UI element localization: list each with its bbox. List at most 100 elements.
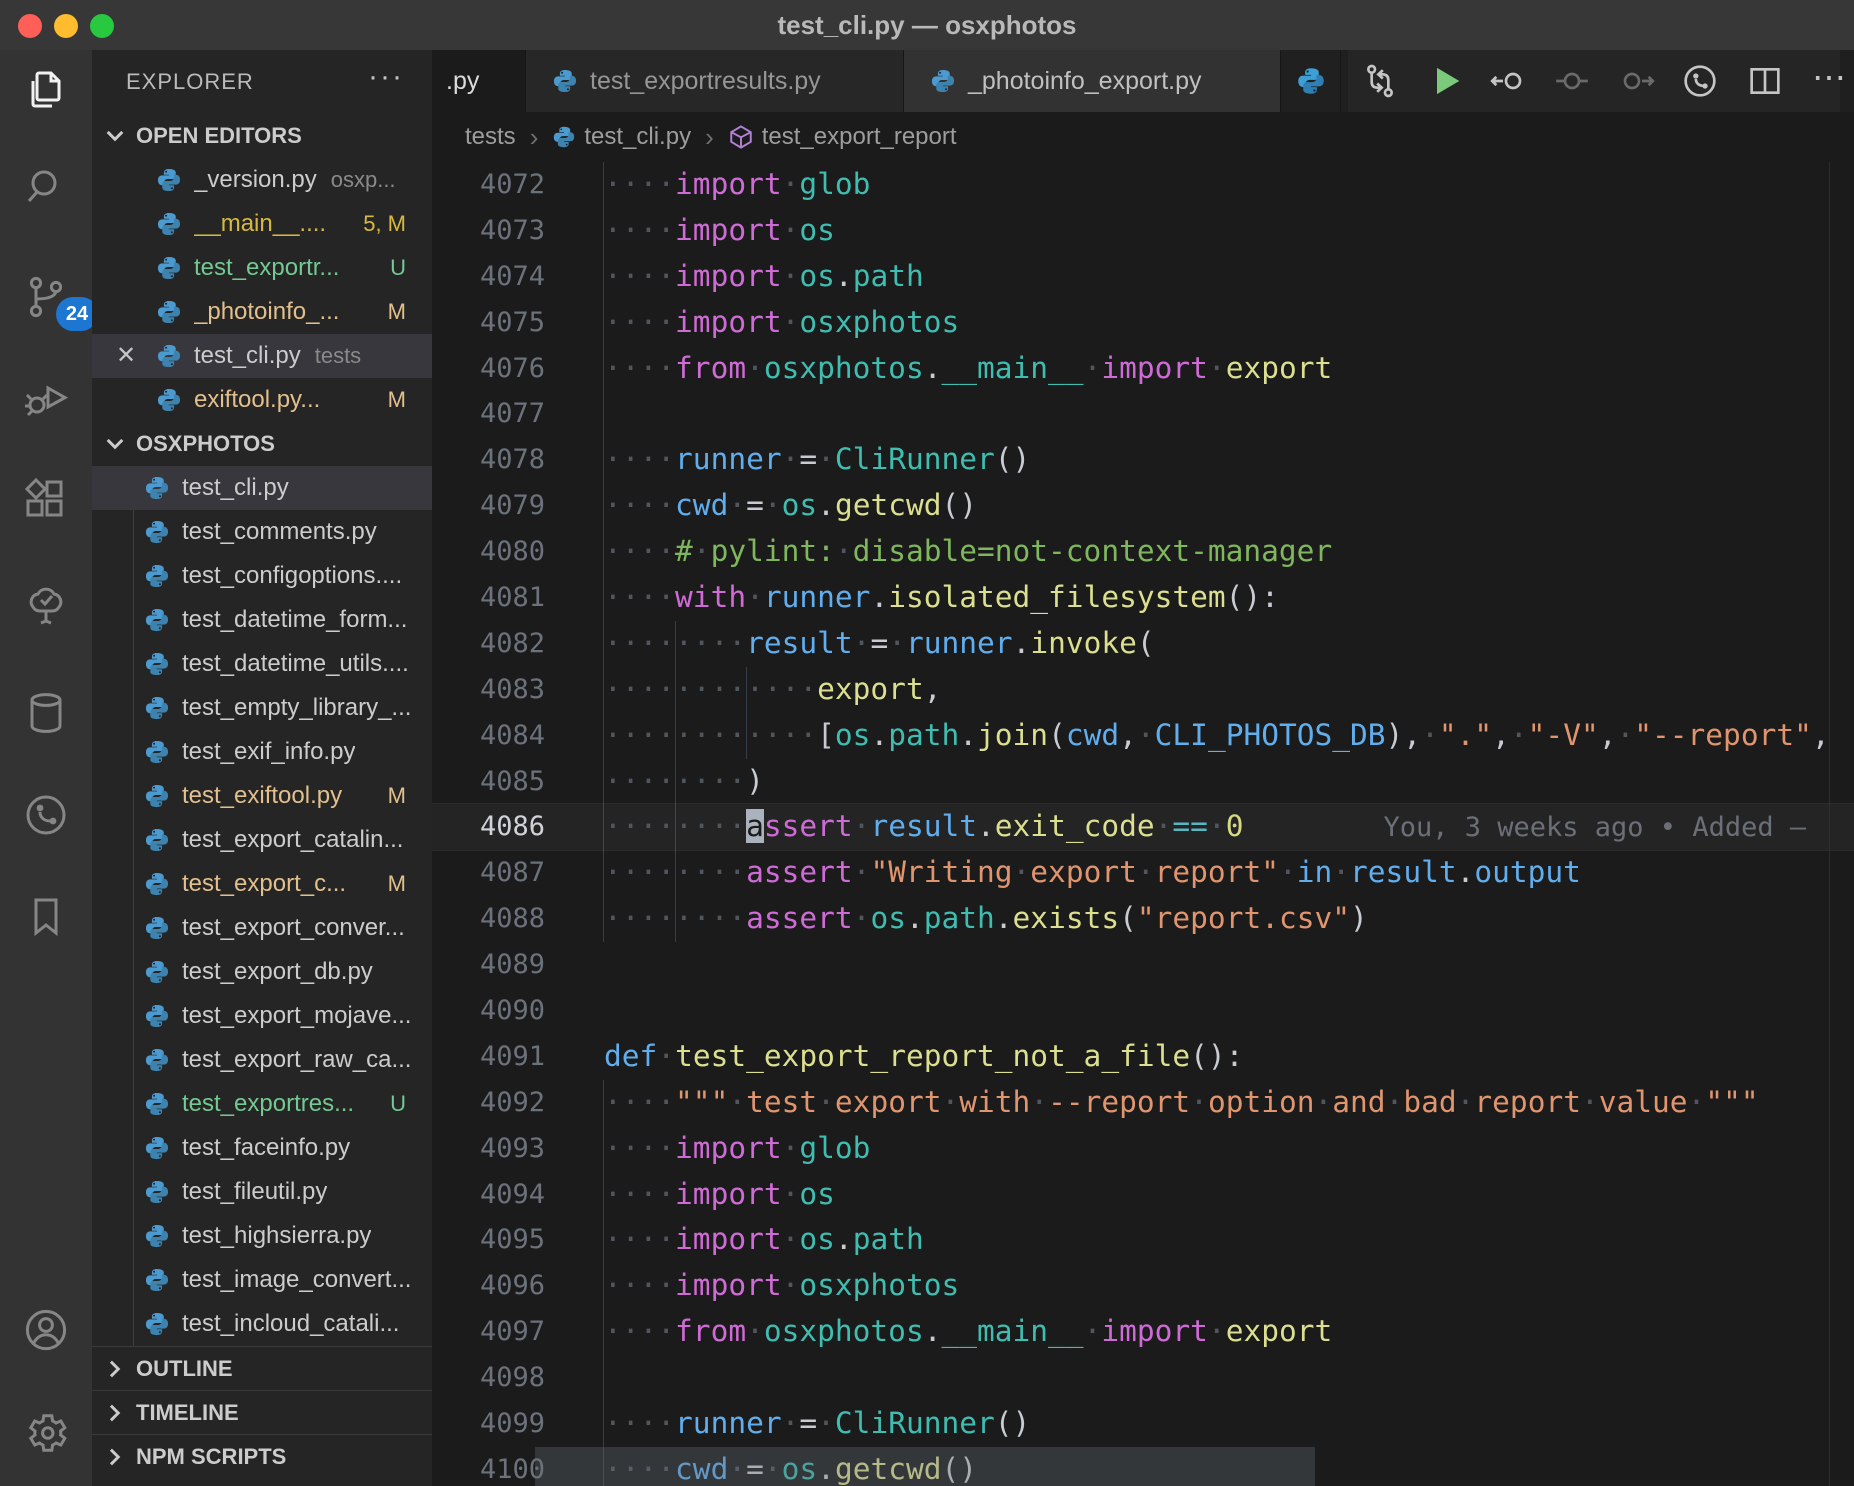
code-line[interactable]: 4087········assert·"Writing·export·repor… [432,850,1854,896]
line-number[interactable]: 4099 [432,1401,545,1447]
code-line[interactable]: 4073····import·os [432,208,1854,254]
more-actions-icon[interactable]: ⋯ [1809,61,1849,101]
line-number[interactable]: 4095 [432,1217,545,1263]
file-tree-item[interactable]: test_export_raw_ca... [92,1038,432,1082]
bookmarks-icon[interactable] [22,893,70,941]
line-number[interactable]: 4075 [432,300,545,346]
code-editor[interactable]: 4072····import·glob4073····import·os4074… [432,162,1854,1486]
line-number[interactable]: 4073 [432,208,545,254]
line-number[interactable]: 4094 [432,1172,545,1218]
git-graph-toolbar-icon[interactable] [1680,61,1720,101]
code-line[interactable]: 4100····cwd·=·os.getcwd() [432,1447,1854,1486]
tab-_photoinfo_export.py[interactable]: _photoinfo_export.py [904,50,1281,112]
close-editor-icon[interactable]: ✕ [116,341,136,370]
code-line[interactable]: 4079····cwd·=·os.getcwd() [432,483,1854,529]
code-line[interactable]: 4088········assert·os.path.exists("repor… [432,896,1854,942]
open-editor-item[interactable]: ✕test_cli.pytests [92,334,432,378]
open-editor-item[interactable]: _photoinfo_...M [92,290,432,334]
file-tree-item[interactable]: test_incloud_catali... [92,1302,432,1346]
previous-change-icon[interactable] [1488,61,1528,101]
file-tree-item[interactable]: test_faceinfo.py [92,1126,432,1170]
tab-overflow[interactable] [1281,50,1341,112]
settings-gear-icon[interactable] [22,1409,70,1457]
code-line[interactable]: 4089 [432,942,1854,988]
line-number[interactable]: 4100 [432,1447,545,1486]
extensions-icon[interactable] [22,476,70,524]
line-number[interactable]: 4091 [432,1034,545,1080]
tab-.py[interactable]: .py [432,50,526,112]
file-tree-item[interactable]: test_empty_library_... [92,686,432,730]
open-editor-item[interactable]: __main__....5, M [92,202,432,246]
line-number[interactable]: 4087 [432,850,545,896]
file-tree-item[interactable]: test_datetime_utils.... [92,642,432,686]
code-line[interactable]: 4075····import·osxphotos [432,300,1854,346]
sidebar-more-actions[interactable]: ··· [368,60,404,94]
code-line[interactable]: 4078····runner·=·CliRunner() [432,437,1854,483]
code-line[interactable]: 4083············export, [432,667,1854,713]
code-line[interactable]: 4084············[os.path.join(cwd,·CLI_P… [432,713,1854,759]
line-number[interactable]: 4079 [432,483,545,529]
code-line[interactable]: 4091def·test_export_report_not_a_file(): [432,1034,1854,1080]
code-line[interactable]: 4096····import·osxphotos [432,1263,1854,1309]
next-change-icon[interactable] [1617,61,1657,101]
code-line[interactable]: 4094····import·os [432,1172,1854,1218]
line-number[interactable]: 4072 [432,162,545,208]
line-number[interactable]: 4088 [432,896,545,942]
open-editor-item[interactable]: exiftool.py...M [92,378,432,422]
line-number[interactable]: 4090 [432,988,545,1034]
current-change-icon[interactable] [1552,61,1592,101]
file-tree-item[interactable]: test_export_c...M [92,862,432,906]
account-icon[interactable] [22,1306,70,1354]
test-explorer-icon[interactable] [22,579,70,627]
code-line[interactable]: 4085········) [432,759,1854,805]
line-number[interactable]: 4081 [432,575,545,621]
code-line[interactable]: 4072····import·glob [432,162,1854,208]
explorer-icon[interactable] [22,64,70,112]
file-tree-item[interactable]: test_cli.py [92,466,432,510]
line-number[interactable]: 4093 [432,1126,545,1172]
file-tree-item[interactable]: test_export_conver... [92,906,432,950]
code-line[interactable]: 4097····from·osxphotos.__main__·import·e… [432,1309,1854,1355]
database-icon[interactable] [22,689,70,737]
source-control-icon[interactable]: 24 [22,273,70,321]
file-tree-item[interactable]: test_datetime_form... [92,598,432,642]
code-line[interactable]: 4086········assert·result.exit_code·==·0… [432,804,1854,850]
code-line[interactable]: 4092····"""·test·export·with·--report·op… [432,1080,1854,1126]
line-number[interactable]: 4096 [432,1263,545,1309]
line-number[interactable]: 4086 [432,804,545,850]
breadcrumb-item[interactable]: test_export_report [728,123,957,151]
code-line[interactable]: 4082········result·=·runner.invoke( [432,621,1854,667]
code-line[interactable]: 4077 [432,391,1854,437]
line-number[interactable]: 4078 [432,437,545,483]
file-tree-item[interactable]: test_export_db.py [92,950,432,994]
line-number[interactable]: 4076 [432,346,545,392]
line-number[interactable]: 4074 [432,254,545,300]
line-number[interactable]: 4083 [432,667,545,713]
line-number[interactable]: 4077 [432,391,545,437]
project-section-header[interactable]: OSXPHOTOS [92,422,432,466]
line-number[interactable]: 4085 [432,759,545,805]
code-line[interactable]: 4095····import·os.path [432,1217,1854,1263]
code-line[interactable]: 4080····#·pylint:·disable=not-context-ma… [432,529,1854,575]
code-line[interactable]: 4074····import·os.path [432,254,1854,300]
code-line[interactable]: 4098 [432,1355,1854,1401]
file-tree-item[interactable]: test_fileutil.py [92,1170,432,1214]
line-number[interactable]: 4080 [432,529,545,575]
git-graph-icon[interactable] [22,791,70,839]
code-line[interactable]: 4081····with·runner.isolated_filesystem(… [432,575,1854,621]
compare-changes-icon[interactable] [1360,61,1400,101]
line-number[interactable]: 4084 [432,713,545,759]
code-line[interactable]: 4093····import·glob [432,1126,1854,1172]
sidebar-section-npm-scripts[interactable]: NPM SCRIPTS [92,1434,432,1478]
code-line[interactable]: 4076····from·osxphotos.__main__·import·e… [432,346,1854,392]
code-line[interactable]: 4099····runner·=·CliRunner() [432,1401,1854,1447]
file-tree-item[interactable]: test_image_convert... [92,1258,432,1302]
line-number[interactable]: 4098 [432,1355,545,1401]
file-tree-item[interactable]: test_export_catalin... [92,818,432,862]
open-editors-section-header[interactable]: OPEN EDITORS [92,114,432,158]
open-editor-item[interactable]: _version.pyosxp... [92,158,432,202]
file-tree-item[interactable]: test_exiftool.pyM [92,774,432,818]
line-number[interactable]: 4092 [432,1080,545,1126]
run-debug-icon[interactable] [22,373,70,421]
breadcrumb-item[interactable]: test_cli.py [552,123,691,151]
